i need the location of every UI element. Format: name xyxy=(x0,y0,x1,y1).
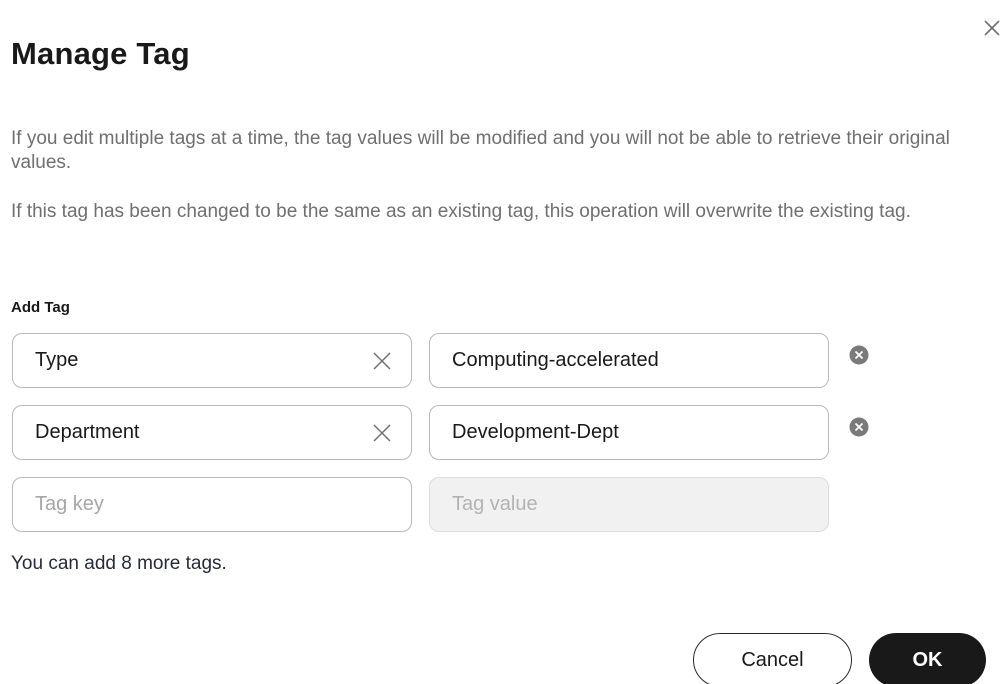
dialog-title: Manage Tag xyxy=(11,36,190,71)
notice-edit-multiple: If you edit multiple tags at a time, the… xyxy=(11,128,950,173)
tag-value-value-2: Development-Dept xyxy=(452,421,619,443)
ok-button[interactable]: OK xyxy=(869,633,986,684)
tag-key-value-1: Type xyxy=(35,349,79,371)
tag-value-field-1[interactable]: Computing-accelerated xyxy=(429,333,829,388)
add-tag-label: Add Tag xyxy=(11,299,70,316)
clear-x-icon[interactable] xyxy=(371,422,393,444)
notice-overwrite: If this tag has been changed to be the s… xyxy=(11,201,911,222)
remaining-tags-hint: You can add 8 more tags. xyxy=(11,553,227,574)
manage-tag-dialog: Manage Tag If you edit multiple tags at … xyxy=(0,0,1006,684)
tag-key-field-2[interactable]: Department xyxy=(12,405,412,460)
clear-x-icon[interactable] xyxy=(371,350,393,372)
cancel-button[interactable]: Cancel xyxy=(693,633,852,684)
remove-circle-icon[interactable] xyxy=(849,417,869,437)
new-tag-key-input[interactable]: Tag key xyxy=(12,477,412,532)
remove-circle-icon[interactable] xyxy=(849,345,869,365)
tag-key-value-2: Department xyxy=(35,421,140,443)
close-icon[interactable] xyxy=(978,14,1006,42)
tag-value-value-1: Computing-accelerated xyxy=(452,349,659,371)
new-tag-value-input: Tag value xyxy=(429,477,829,532)
tag-key-field-1[interactable]: Type xyxy=(12,333,412,388)
tag-value-field-2[interactable]: Development-Dept xyxy=(429,405,829,460)
new-tag-key-placeholder: Tag key xyxy=(35,493,104,515)
new-tag-value-placeholder: Tag value xyxy=(452,493,538,515)
